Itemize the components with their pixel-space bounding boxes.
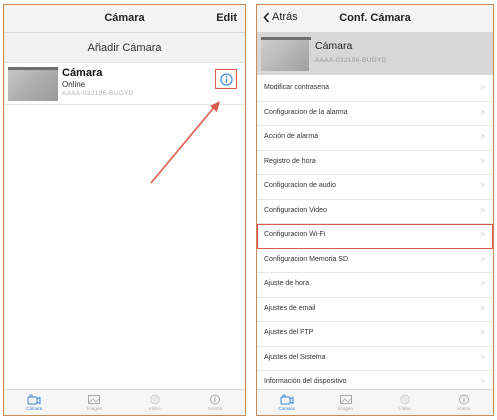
chevron-right-icon: > bbox=[480, 107, 485, 117]
camera-icon bbox=[280, 394, 293, 405]
settings-menu-item[interactable]: Configuracion de la alarma > bbox=[257, 101, 493, 126]
navigation-bar: Atrás Conf. Cámara bbox=[257, 5, 493, 33]
image-icon bbox=[339, 395, 352, 404]
tab-image[interactable]: Imagen bbox=[64, 390, 124, 415]
camera-thumbnail bbox=[261, 37, 311, 71]
settings-menu: Modificar contrasena > Configuracion de la… bbox=[257, 77, 493, 396]
chevron-right-icon: > bbox=[480, 352, 485, 362]
page-title: Cámara bbox=[104, 12, 145, 24]
tab-about[interactable]: Acerca bbox=[434, 390, 493, 415]
camera-name: Cámara bbox=[315, 40, 353, 52]
tab-label: Acerca bbox=[207, 406, 222, 411]
settings-menu-item[interactable]: Registro de hora > bbox=[257, 150, 493, 175]
settings-menu-item-label: Configuracion Video bbox=[264, 206, 327, 214]
chevron-right-icon: > bbox=[480, 303, 485, 313]
chevron-right-icon: > bbox=[480, 83, 485, 92]
settings-menu-item[interactable]: Ajuste de hora > bbox=[257, 273, 493, 298]
tab-label: Imagen bbox=[337, 406, 353, 411]
tab-label: Vídeo bbox=[148, 406, 161, 411]
settings-menu-item[interactable]: Ajustes del Sistema > bbox=[257, 346, 493, 371]
settings-menu-item-label: Configuracion Wi-Fi bbox=[264, 231, 326, 238]
tab-video[interactable]: Vídeo bbox=[375, 390, 434, 415]
settings-menu-item[interactable]: Ajustes de email > bbox=[257, 297, 493, 322]
settings-menu-item-label: Acción de alarma bbox=[264, 133, 319, 140]
camera-icon bbox=[27, 394, 41, 405]
camera-uid: AAAA-032196-BUGYD bbox=[62, 90, 134, 97]
camera-settings-screen: Atrás Conf. Cámara Cámara AAAA-032196-BU… bbox=[256, 4, 494, 416]
settings-menu-item-label: Ajustes del FTP bbox=[264, 329, 314, 336]
settings-menu-item[interactable]: Acción de alarma > bbox=[257, 126, 493, 151]
chevron-right-icon: > bbox=[480, 377, 485, 386]
chevron-right-icon: > bbox=[480, 230, 485, 239]
settings-menu-item[interactable]: Modificar contrasena > bbox=[257, 77, 493, 102]
video-icon bbox=[399, 394, 410, 405]
page-title: Conf. Cámara bbox=[339, 12, 411, 24]
settings-menu-item-label: Registro de hora bbox=[264, 157, 316, 165]
tab-label: Acerca bbox=[456, 406, 471, 411]
camera-header: Cámara AAAA-032196-BUGYD bbox=[257, 33, 493, 75]
video-icon bbox=[149, 394, 160, 405]
tab-label: Cámara bbox=[26, 406, 43, 411]
tab-image[interactable]: Imagen bbox=[316, 390, 375, 415]
settings-menu-item[interactable]: Configuracion de audio > bbox=[257, 175, 493, 200]
chevron-right-icon: > bbox=[480, 254, 485, 264]
settings-menu-item-label: Ajuste de hora bbox=[264, 280, 310, 287]
camera-status: Online bbox=[62, 80, 86, 89]
settings-menu-item-label: Información del dispositivo bbox=[264, 378, 347, 385]
settings-menu-item-label: Ajustes de email bbox=[264, 304, 316, 312]
camera-list-screen: Cámara Edit Añadir Cámara Cámara Online … bbox=[3, 4, 246, 416]
camera-uid: AAAA-032196-BUGYD bbox=[315, 57, 387, 64]
tab-about[interactable]: Acerca bbox=[185, 390, 245, 415]
settings-menu-item[interactable]: Configuracion Video > bbox=[257, 199, 493, 224]
navigation-bar: Cámara Edit bbox=[4, 5, 245, 33]
settings-menu-item-label: Configuracion de la alarma bbox=[264, 108, 348, 116]
settings-menu-item-label: Ajustes del Sistema bbox=[264, 353, 326, 361]
info-icon bbox=[458, 394, 469, 405]
tab-label: Imagen bbox=[86, 406, 102, 411]
tab-video[interactable]: Vídeo bbox=[125, 390, 185, 415]
settings-menu-item-label: Configuracion Memoria SD bbox=[264, 255, 349, 263]
camera-name: Cámara bbox=[62, 67, 103, 79]
settings-menu-item[interactable]: Configuracion Memoria SD > bbox=[257, 248, 493, 273]
edit-button[interactable]: Edit bbox=[216, 12, 237, 24]
tab-camera[interactable]: Cámara bbox=[257, 390, 316, 415]
camera-info-button[interactable] bbox=[215, 69, 237, 89]
tab-bar: Cámara Imagen Vídeo Acerca bbox=[257, 389, 493, 415]
add-camera-button[interactable]: Añadir Cámara bbox=[4, 33, 245, 63]
camera-thumbnail bbox=[8, 67, 58, 101]
tab-label: Vídeo bbox=[398, 406, 411, 411]
chevron-right-icon: > bbox=[480, 328, 485, 337]
chevron-right-icon: > bbox=[480, 279, 485, 288]
chevron-right-icon: > bbox=[480, 205, 485, 215]
settings-menu-item-label: Modificar contrasena bbox=[264, 84, 329, 91]
chevron-right-icon: > bbox=[480, 132, 485, 141]
info-icon bbox=[219, 72, 233, 86]
settings-menu-item[interactable]: Ajustes del FTP > bbox=[257, 322, 493, 347]
chevron-right-icon: > bbox=[480, 181, 485, 190]
tab-label: Cámara bbox=[278, 406, 295, 411]
camera-list-item[interactable]: Cámara Online AAAA-032196-BUGYD bbox=[4, 63, 245, 105]
settings-menu-item[interactable]: Configuracion Wi-Fi > bbox=[257, 224, 493, 249]
chevron-right-icon: > bbox=[480, 156, 485, 166]
settings-menu-item-label: Configuracion de audio bbox=[264, 182, 336, 189]
info-icon bbox=[209, 394, 220, 405]
tab-camera[interactable]: Cámara bbox=[4, 390, 64, 415]
tab-bar: Cámara Imagen Vídeo Acerca bbox=[4, 389, 245, 415]
image-icon bbox=[88, 395, 101, 404]
